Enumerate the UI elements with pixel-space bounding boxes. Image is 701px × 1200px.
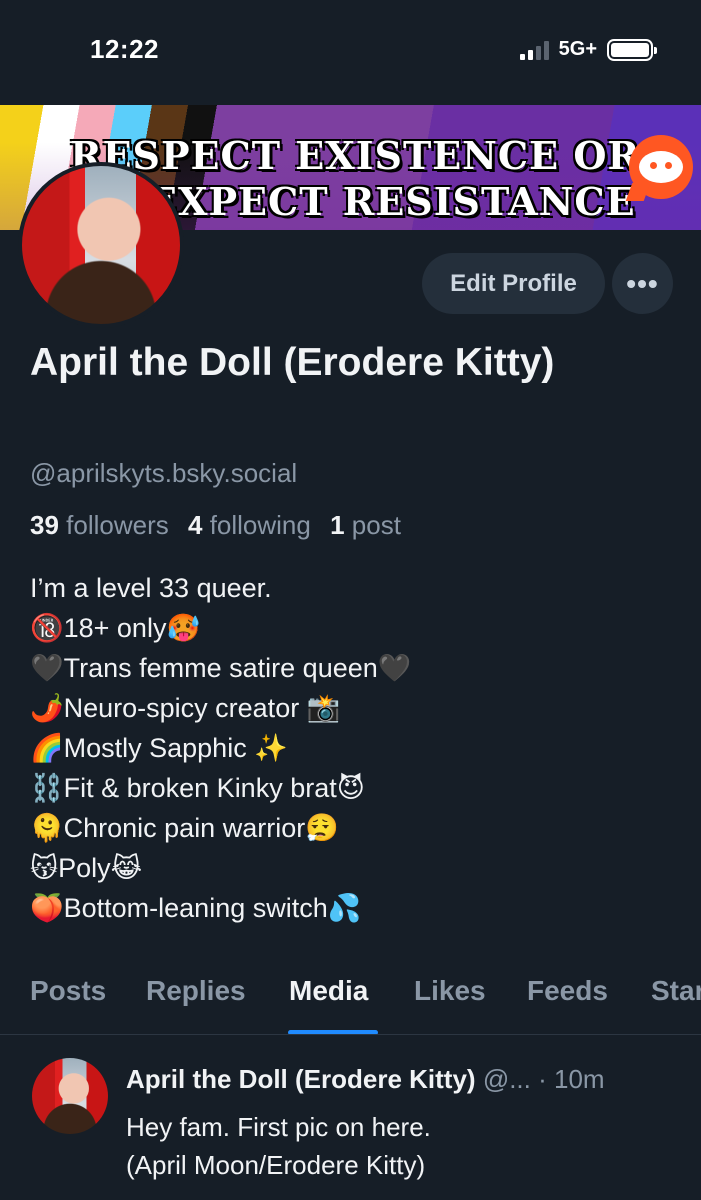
- tab-media[interactable]: Media: [289, 975, 368, 1007]
- profile-display-name: April the Doll (Erodere Kitty): [30, 341, 555, 384]
- profile-stats: 39 followers 4 following 1 post: [30, 510, 401, 541]
- reddit-snoo-icon: [629, 135, 693, 199]
- bio-line: 🖤Trans femme satire queen🖤: [30, 653, 412, 683]
- post-author-name[interactable]: April the Doll (Erodere Kitty): [126, 1064, 476, 1094]
- posts-count: 1: [330, 510, 345, 540]
- post-text: Hey fam. First pic on here. (April Moon/…: [126, 1108, 431, 1184]
- tab-feeds[interactable]: Feeds: [527, 975, 608, 1007]
- post-text-line: Hey fam. First pic on here.: [126, 1112, 431, 1142]
- bio-line: 🍑Bottom-leaning switch💦: [30, 893, 362, 923]
- profile-bio: I’m a level 33 queer. 🔞18+ only🥵 🖤Trans …: [30, 568, 411, 928]
- bio-line: I’m a level 33 queer.: [30, 573, 272, 603]
- tab-replies[interactable]: Replies: [146, 975, 246, 1007]
- bio-line: 😽Poly😹: [30, 853, 143, 883]
- battery-level: [611, 42, 649, 57]
- bio-line: ⛓️Fit & broken Kinky brat😈: [30, 773, 365, 803]
- tab-posts[interactable]: Posts: [30, 975, 106, 1007]
- posts-label: post: [351, 510, 401, 540]
- followers-link[interactable]: 39 followers: [30, 510, 169, 540]
- post-timestamp: · 10m: [538, 1064, 605, 1094]
- followers-count: 39: [30, 510, 59, 540]
- bio-line: 🌶️Neuro-spicy creator 📸: [30, 693, 341, 723]
- snoo-face: [639, 151, 683, 183]
- profile-tabs: Posts Replies Media Likes Feeds Starter …: [0, 955, 701, 1035]
- followers-label: followers: [66, 510, 169, 540]
- post-header: April the Doll (Erodere Kitty) @... · 10…: [126, 1064, 686, 1095]
- battery-icon: [607, 38, 657, 61]
- following-label: following: [209, 510, 311, 540]
- posts-stat: 1 post: [330, 510, 401, 540]
- more-options-button[interactable]: •••: [612, 253, 673, 314]
- edit-profile-button[interactable]: Edit Profile: [422, 253, 605, 314]
- tab-likes[interactable]: Likes: [414, 975, 486, 1007]
- bio-line: 🌈Mostly Sapphic ✨: [30, 733, 288, 763]
- profile-avatar[interactable]: [18, 162, 184, 328]
- post-author-handle: @...: [482, 1064, 531, 1094]
- following-link[interactable]: 4 following: [188, 510, 311, 540]
- bio-line: 🫠Chronic pain warrior😮‍💨: [30, 813, 339, 843]
- cellular-signal-icon: [519, 40, 549, 60]
- active-tab-indicator: [288, 1030, 378, 1034]
- banner-line-1: RESPECT EXISTENCE OR: [70, 133, 641, 178]
- feed-post[interactable]: April the Doll (Erodere Kitty) @... · 10…: [0, 1036, 701, 1200]
- profile-handle: @aprilskyts.bsky.social: [30, 458, 298, 488]
- network-type: 5G+: [558, 38, 597, 60]
- post-text-line: (April Moon/Erodere Kitty): [126, 1150, 426, 1180]
- status-time: 12:22: [90, 34, 159, 64]
- status-bar: 12:22 5G+: [0, 0, 701, 105]
- following-count: 4: [187, 510, 203, 540]
- status-indicators: 5G+: [519, 38, 657, 61]
- bio-line: 🔞18+ only🥵: [30, 613, 201, 643]
- post-author-avatar[interactable]: [32, 1058, 108, 1134]
- tab-starter-packs[interactable]: Starter Packs: [651, 975, 701, 1007]
